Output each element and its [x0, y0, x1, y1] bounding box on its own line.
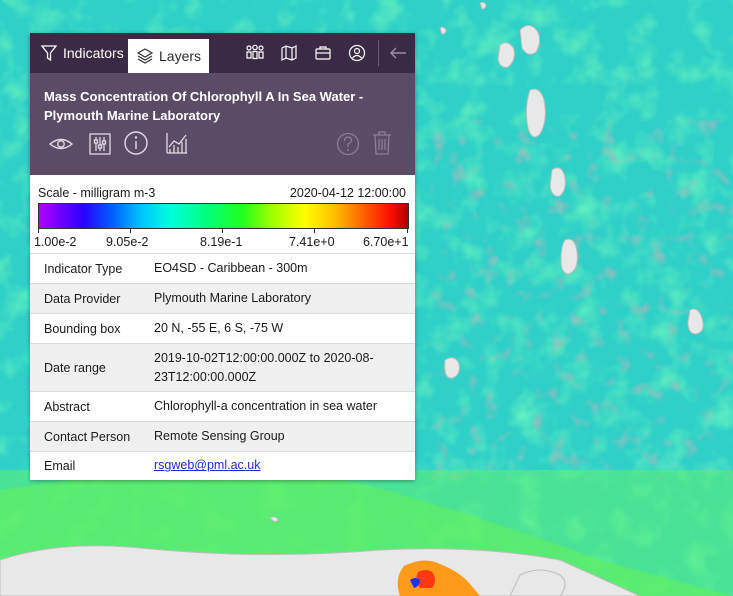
layer-title: Mass Concentration Of Chlorophyll A In S…	[44, 89, 364, 123]
email-link[interactable]: rsgweb@pml.ac.uk	[154, 458, 260, 472]
tab-label: Indicators	[63, 45, 124, 61]
collapse-icon[interactable]	[381, 33, 415, 73]
detail-value-cell: rsgweb@pml.ac.uk	[140, 451, 415, 480]
table-row: Email rsgweb@pml.ac.uk	[30, 451, 415, 480]
help-icon[interactable]	[335, 131, 361, 157]
table-row: Data Provider Plymouth Marine Laboratory	[30, 283, 415, 314]
detail-key: Email	[30, 451, 140, 480]
layer-header: Mass Concentration Of Chlorophyll A In S…	[30, 73, 415, 203]
table-row: Indicator Type EO4SD - Caribbean - 300m	[30, 253, 415, 284]
color-ramp	[38, 203, 409, 229]
sliders-icon[interactable]	[87, 131, 113, 157]
layers-panel: Indicators Layers Mass Concentration Of …	[30, 33, 415, 480]
legend-tick	[222, 228, 223, 233]
tab-label: Layers	[159, 48, 202, 64]
panel-topbar: Indicators Layers	[30, 33, 415, 73]
table-row: Contact Person Remote Sensing Group	[30, 421, 415, 452]
briefcase-icon[interactable]	[306, 33, 340, 73]
table-row: Abstract Chlorophyll-a concentration in …	[30, 391, 415, 422]
filter-icon	[40, 44, 58, 62]
detail-value: Plymouth Marine Laboratory	[140, 283, 415, 314]
detail-key: Data Provider	[30, 283, 140, 314]
scale-date: 2020-04-12 12:00:00	[289, 186, 406, 200]
toolbar-divider	[378, 40, 379, 66]
chart-icon[interactable]	[164, 130, 190, 156]
legend-tick	[314, 228, 315, 233]
trash-icon[interactable]	[369, 130, 395, 156]
legend-tick	[407, 228, 408, 233]
people-icon[interactable]	[238, 33, 272, 73]
details-table: Indicator Type EO4SD - Caribbean - 300m …	[30, 253, 415, 480]
table-row: Bounding box 20 N, -55 E, 6 S, -75 W	[30, 313, 415, 344]
detail-value: Chlorophyll-a concentration in sea water	[140, 391, 415, 422]
scale-label: Scale - milligram m-3	[38, 186, 156, 200]
legend-tick	[130, 228, 131, 233]
eye-icon[interactable]	[48, 131, 74, 157]
legend-tick-label: 9.05e-2	[106, 235, 149, 249]
tab-indicators[interactable]: Indicators	[30, 35, 128, 71]
legend-tick-label: 8.19e-1	[200, 235, 243, 249]
layers-icon	[136, 47, 154, 65]
tab-layers[interactable]: Layers	[128, 39, 210, 73]
table-row: Date range 2019-10-02T12:00:00.000Z to 2…	[30, 343, 415, 392]
detail-value: 20 N, -55 E, 6 S, -75 W	[140, 313, 415, 344]
legend-ticks	[30, 228, 415, 234]
detail-key: Bounding box	[30, 313, 140, 344]
info-icon[interactable]	[123, 130, 149, 156]
detail-value: EO4SD - Caribbean - 300m	[140, 253, 415, 284]
map-icon[interactable]	[272, 33, 306, 73]
legend-tick-label: 7.41e+0	[289, 235, 335, 249]
detail-key: Date range	[30, 343, 140, 392]
legend: Scale - milligram m-3 2020-04-12 12:00:0…	[30, 175, 415, 255]
detail-key: Abstract	[30, 391, 140, 422]
detail-key: Indicator Type	[30, 253, 140, 284]
detail-value: Remote Sensing Group	[140, 421, 415, 452]
detail-key: Contact Person	[30, 421, 140, 452]
legend-tick-label: 6.70e+1	[363, 235, 409, 249]
user-icon[interactable]	[340, 33, 374, 73]
detail-value: 2019-10-02T12:00:00.000Z to 2020-08-23T1…	[140, 343, 415, 392]
legend-tick	[38, 228, 39, 233]
legend-tick-label: 1.00e-2	[34, 235, 77, 249]
